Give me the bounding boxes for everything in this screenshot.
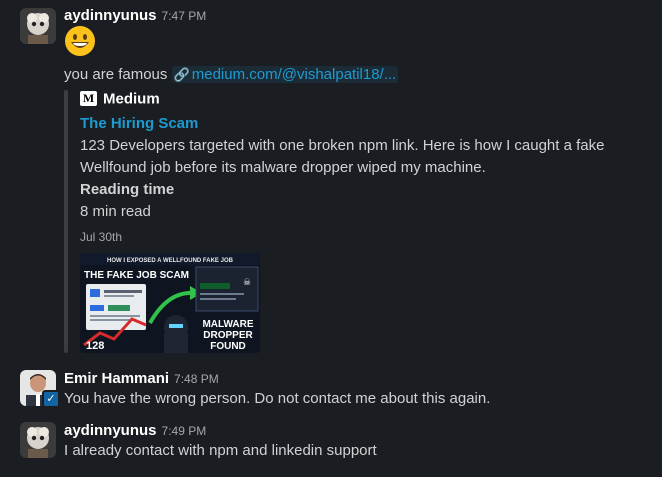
link-text[interactable]: medium.com/@vishalpatil18/... — [192, 66, 396, 83]
avatar-aydinnyunus[interactable] — [20, 8, 56, 44]
thumb-count: 128 — [86, 340, 104, 352]
skull-icon: ☠ — [243, 278, 251, 288]
message-header: aydinnyunus 7:47 PM — [64, 7, 206, 25]
link-unfurl: M Medium The Hiring Scam 123 Developers t… — [64, 90, 624, 353]
link-icon: 🔗 — [173, 67, 190, 82]
unfurl-accent-bar — [64, 90, 68, 353]
timestamp[interactable]: 7:48 PM — [174, 372, 219, 386]
timestamp[interactable]: 7:49 PM — [162, 424, 207, 438]
medium-logo-icon: M — [80, 91, 97, 107]
thumb-stamp-1: MALWARE — [202, 319, 253, 330]
unfurl-site-name: Medium — [103, 90, 160, 108]
unfurl-field-value: 8 min read — [80, 203, 151, 220]
unfurl-field-label: Reading time — [80, 181, 175, 198]
unfurl-date: Jul 30th — [80, 230, 123, 244]
unfurl-description: 123 Developers targeted with one broken … — [80, 137, 605, 176]
grinning-face-icon — [65, 26, 95, 56]
timestamp[interactable]: 7:47 PM — [162, 9, 207, 23]
author-name[interactable]: Emir Hammani — [64, 370, 169, 387]
thumb-headline: THE FAKE JOB SCAM — [84, 270, 189, 281]
verified-badge-icon: ✓ — [42, 390, 60, 408]
message-text: You have the wrong person. Do not contac… — [64, 390, 491, 407]
unfurl-thumbnail[interactable]: HOW I EXPOSED A WELLFOUND FAKE JOB THE F… — [80, 253, 260, 353]
avatar-aydinnyunus[interactable] — [20, 422, 56, 458]
message-header: aydinnyunus 7:49 PM — [64, 422, 206, 440]
unfurl-site-row: M Medium — [80, 90, 160, 112]
message-link[interactable]: 🔗 medium.com/@vishalpatil18/... — [171, 66, 399, 83]
thumb-stamp-3: FOUND — [210, 341, 246, 352]
unfurl-title[interactable]: The Hiring Scam — [80, 113, 198, 135]
thumb-header: HOW I EXPOSED A WELLFOUND FAKE JOB — [107, 258, 234, 264]
message-text: you are famous 🔗 medium.com/@vishalpatil1… — [64, 64, 399, 86]
message-text: I already contact with npm and linkedin … — [64, 442, 377, 459]
thumb-stamp-2: DROPPER — [203, 330, 253, 341]
message-header: Emir Hammani 7:48 PM — [64, 370, 219, 388]
author-name[interactable]: aydinnyunus — [64, 422, 157, 439]
author-name[interactable]: aydinnyunus — [64, 7, 157, 24]
message-prefix: you are famous — [64, 66, 168, 83]
